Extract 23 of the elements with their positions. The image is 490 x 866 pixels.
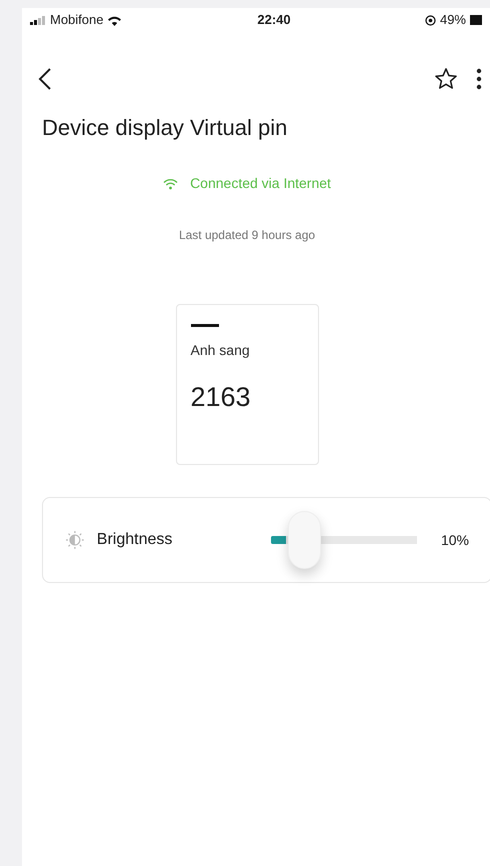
widget-label: Anh sang <box>190 341 251 360</box>
dash-icon <box>190 324 218 327</box>
carrier-name: Mobifone <box>50 11 104 30</box>
page-title: Device display Virtual pin <box>41 114 288 142</box>
more-icon[interactable] <box>476 68 482 90</box>
widget-value: 2163 <box>190 381 252 414</box>
wifi-icon <box>107 14 122 26</box>
battery-icon <box>470 15 482 25</box>
last-updated-text: Last updated 9 hours ago <box>178 227 316 244</box>
slider-value: 10% <box>440 530 469 550</box>
slider-thumb[interactable] <box>288 511 321 569</box>
brightness-slider[interactable] <box>270 511 417 569</box>
battery-percent: 49% <box>440 11 466 30</box>
rotation-lock-icon <box>424 14 436 26</box>
signal-icon <box>30 16 46 24</box>
value-widget-card[interactable]: Anh sang 2163 <box>176 304 318 465</box>
back-icon[interactable] <box>38 67 52 91</box>
clock-time: 22:40 <box>256 11 292 30</box>
star-icon[interactable] <box>434 67 458 91</box>
wifi-icon <box>163 178 178 190</box>
slider-label: Brightness <box>96 530 174 550</box>
brightness-icon <box>65 530 85 550</box>
connection-status: Connected via Internet <box>190 174 331 193</box>
